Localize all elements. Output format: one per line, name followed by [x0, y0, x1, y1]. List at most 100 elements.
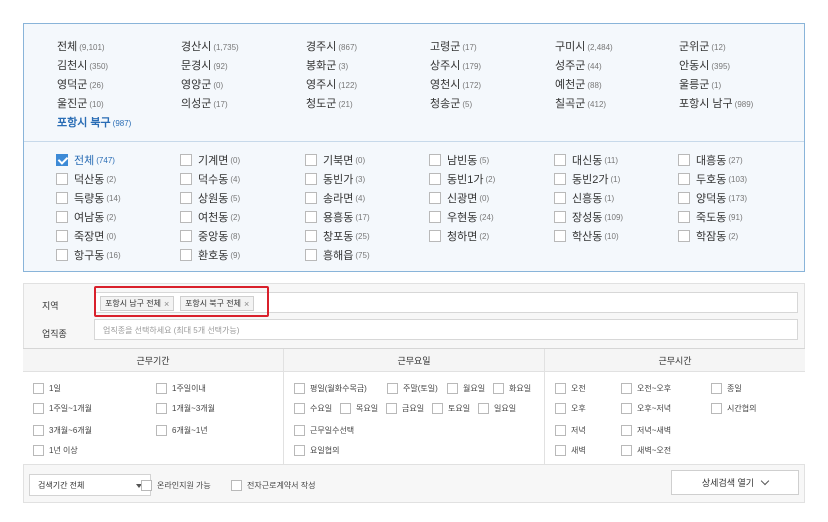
- period-option[interactable]: 1년 이상: [33, 445, 78, 456]
- checkbox[interactable]: [180, 154, 192, 166]
- dong-option[interactable]: 상원동 (5): [180, 190, 240, 206]
- checkbox[interactable]: [429, 192, 441, 204]
- city-item[interactable]: 영양군 (0): [181, 76, 223, 92]
- dong-option[interactable]: 동빈1가 (2): [429, 171, 495, 187]
- period-option[interactable]: 3개월~6개월: [33, 425, 92, 436]
- checkbox[interactable]: [555, 425, 566, 436]
- dong-option[interactable]: 청하면 (2): [429, 228, 489, 244]
- checkbox[interactable]: [429, 230, 441, 242]
- time-option[interactable]: 오전~오후: [621, 383, 671, 394]
- time-option[interactable]: 오후: [555, 403, 586, 414]
- checkbox[interactable]: [555, 445, 566, 456]
- checkbox[interactable]: [294, 425, 305, 436]
- city-item[interactable]: 영천시 (172): [430, 76, 481, 92]
- dong-option[interactable]: 동빈가 (3): [305, 171, 365, 187]
- dong-option[interactable]: 양덕동 (173): [678, 190, 747, 206]
- time-option[interactable]: 오후~저녁: [621, 403, 671, 414]
- city-item[interactable]: 고령군 (17): [430, 38, 477, 54]
- checkbox[interactable]: [305, 211, 317, 223]
- day-option[interactable]: 평일(월화수목금): [294, 383, 367, 394]
- checkbox[interactable]: [554, 230, 566, 242]
- dong-option[interactable]: 장성동 (109): [554, 209, 623, 225]
- day-option[interactable]: 주말(토일): [387, 383, 438, 394]
- city-item[interactable]: 의성군 (17): [181, 95, 228, 111]
- city-item[interactable]: 예천군 (88): [555, 76, 602, 92]
- checkbox[interactable]: [56, 249, 68, 261]
- checkbox[interactable]: [447, 383, 458, 394]
- checkbox[interactable]: [305, 249, 317, 261]
- checkbox[interactable]: [33, 383, 44, 394]
- checkbox[interactable]: [180, 173, 192, 185]
- time-option[interactable]: 새벽: [555, 445, 586, 456]
- dong-option[interactable]: 흥해읍 (75): [305, 247, 370, 263]
- checkbox[interactable]: [678, 211, 690, 223]
- checkbox[interactable]: [180, 230, 192, 242]
- checkbox[interactable]: [294, 445, 305, 456]
- advanced-search-button[interactable]: 상세검색 열기: [671, 470, 799, 495]
- checkbox[interactable]: [340, 403, 351, 414]
- checkbox[interactable]: [294, 383, 305, 394]
- period-option[interactable]: 1주일~1개월: [33, 403, 92, 414]
- dong-option[interactable]: 죽도동 (91): [678, 209, 743, 225]
- dong-option[interactable]: 학산동 (10): [554, 228, 619, 244]
- checkbox[interactable]: [294, 403, 305, 414]
- time-option[interactable]: 시간협의: [711, 403, 756, 414]
- checkbox[interactable]: [156, 425, 167, 436]
- checkbox[interactable]: [555, 383, 566, 394]
- checkbox[interactable]: [621, 425, 632, 436]
- checkbox[interactable]: [156, 383, 167, 394]
- checkbox[interactable]: [432, 403, 443, 414]
- city-item[interactable]: 울릉군 (1): [679, 76, 721, 92]
- checkbox[interactable]: [678, 192, 690, 204]
- checkbox[interactable]: [156, 403, 167, 414]
- checkbox[interactable]: [678, 230, 690, 242]
- dong-option[interactable]: 우현동 (24): [429, 209, 494, 225]
- day-option[interactable]: 일요일: [478, 403, 516, 414]
- city-item[interactable]: 영덕군 (26): [57, 76, 104, 92]
- checkbox[interactable]: [478, 403, 489, 414]
- checkbox[interactable]: [305, 173, 317, 185]
- city-item[interactable]: 문경시 (92): [181, 57, 228, 73]
- dong-option[interactable]: 용흥동 (17): [305, 209, 370, 225]
- checkbox[interactable]: [554, 154, 566, 166]
- city-item[interactable]: 영주시 (122): [306, 76, 357, 92]
- checkbox[interactable]: [305, 154, 317, 166]
- checkbox[interactable]: [180, 249, 192, 261]
- day-option[interactable]: 월요일: [447, 383, 485, 394]
- day-option[interactable]: 토요일: [432, 403, 470, 414]
- city-item[interactable]: 청송군 (5): [430, 95, 472, 111]
- dong-option[interactable]: 신광면 (0): [429, 190, 489, 206]
- checkbox[interactable]: [621, 403, 632, 414]
- time-option[interactable]: 종일: [711, 383, 742, 394]
- dong-option[interactable]: 전체 (747): [56, 152, 115, 168]
- city-item[interactable]: 성주군 (44): [555, 57, 602, 73]
- checkbox[interactable]: [554, 192, 566, 204]
- checkbox-checked[interactable]: [56, 154, 68, 166]
- dong-option[interactable]: 환호동 (9): [180, 247, 240, 263]
- checkbox[interactable]: [56, 211, 68, 223]
- city-item[interactable]: 상주시 (179): [430, 57, 481, 73]
- dong-option[interactable]: 기북면 (0): [305, 152, 365, 168]
- period-select[interactable]: 검색기간 전체: [29, 474, 151, 496]
- online-apply-option[interactable]: 온라인지원 가능: [141, 480, 211, 491]
- dong-option[interactable]: 창포동 (25): [305, 228, 370, 244]
- e-contract-option[interactable]: 전자근로계약서 작성: [231, 480, 315, 491]
- city-item[interactable]: 경산시 (1,735): [181, 38, 239, 54]
- day-option[interactable]: 요일협의: [294, 445, 339, 456]
- checkbox[interactable]: [56, 173, 68, 185]
- time-option[interactable]: 새벽~오전: [621, 445, 671, 456]
- checkbox[interactable]: [711, 383, 722, 394]
- city-item[interactable]: 포항시 남구 (989): [679, 95, 753, 111]
- day-option[interactable]: 금요일: [386, 403, 424, 414]
- day-option[interactable]: 목요일: [340, 403, 378, 414]
- checkbox[interactable]: [180, 192, 192, 204]
- job-category-input[interactable]: 업직종을 선택하세요 (최대 5개 선택가능): [94, 319, 798, 340]
- dong-option[interactable]: 두호동 (103): [678, 171, 747, 187]
- city-item[interactable]: 칠곡군 (412): [555, 95, 606, 111]
- checkbox[interactable]: [555, 403, 566, 414]
- dong-option[interactable]: 덕산동 (2): [56, 171, 116, 187]
- day-option[interactable]: 화요일: [493, 383, 531, 394]
- checkbox[interactable]: [493, 383, 504, 394]
- checkbox[interactable]: [711, 403, 722, 414]
- checkbox[interactable]: [554, 173, 566, 185]
